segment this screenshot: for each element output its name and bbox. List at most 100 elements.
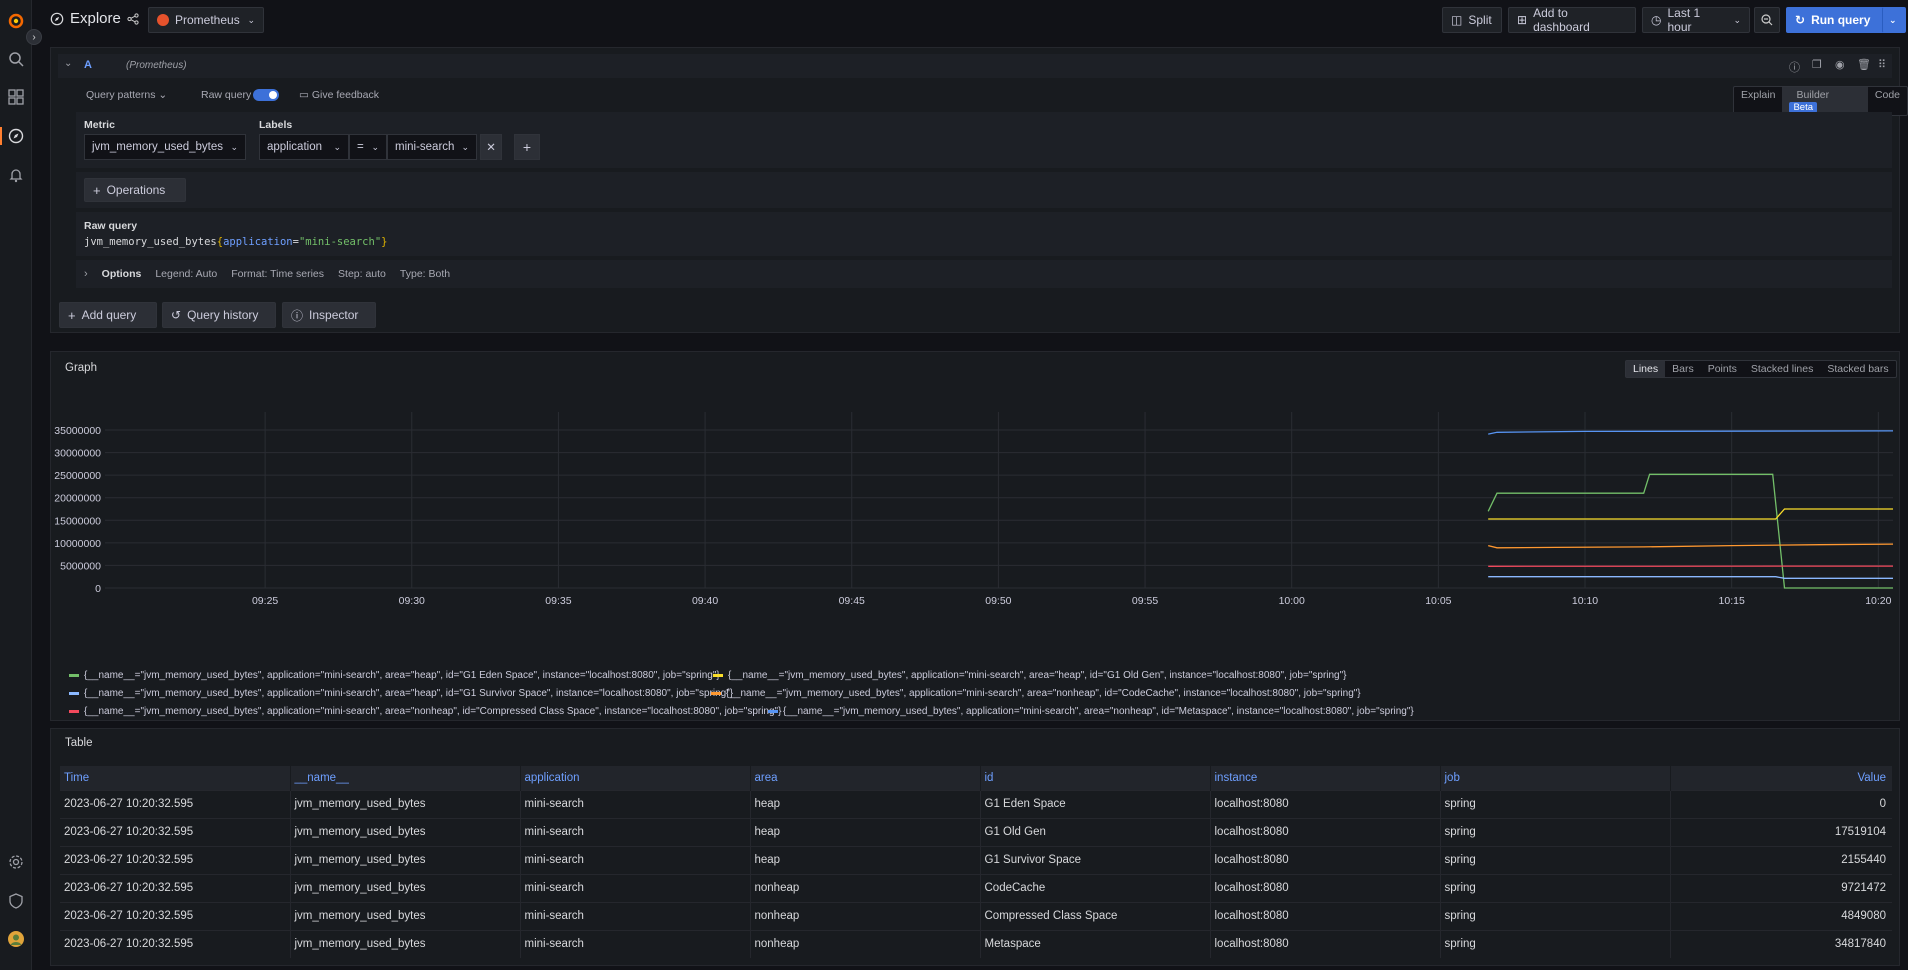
table-cell: CodeCache xyxy=(980,873,1211,902)
query-patterns-dropdown[interactable]: Query patterns ⌄ xyxy=(86,89,167,101)
clock-icon: ◷ xyxy=(1651,13,1662,27)
user-avatar-icon[interactable] xyxy=(5,928,27,950)
operations-button[interactable]: + Operations xyxy=(84,178,186,202)
column-header-area[interactable]: area xyxy=(750,766,981,790)
y-tick-label: 35000000 xyxy=(54,425,101,437)
view-lines[interactable]: Lines xyxy=(1626,361,1666,377)
explore-compass-icon xyxy=(50,12,64,25)
alerting-bell-icon[interactable] xyxy=(5,164,27,186)
table-cell: localhost:8080 xyxy=(1210,817,1441,846)
column-header-name[interactable]: __name__ xyxy=(290,766,521,790)
view-stacked-lines[interactable]: Stacked lines xyxy=(1744,361,1820,377)
legend-item[interactable]: {__name__="jvm_memory_used_bytes", appli… xyxy=(768,706,1414,717)
query-options-summary[interactable]: › Options Legend: Auto Format: Time seri… xyxy=(76,260,1892,288)
duplicate-icon[interactable]: ❐ xyxy=(1812,58,1822,71)
give-feedback-link[interactable]: ▭ Give feedback xyxy=(299,89,379,101)
table-cell: 2023-06-27 10:20:32.595 xyxy=(60,817,291,846)
query-history-button[interactable]: ↺ Query history xyxy=(162,302,276,328)
graph-view-mode-switch: Lines Bars Points Stacked lines Stacked … xyxy=(1625,360,1897,378)
legend-label: {__name__="jvm_memory_used_bytes", appli… xyxy=(84,670,720,681)
y-tick-label: 0 xyxy=(95,583,101,595)
graph-title: Graph xyxy=(65,362,97,374)
trash-icon[interactable]: 🗑 xyxy=(1857,58,1871,71)
share-icon[interactable] xyxy=(127,12,139,25)
settings-gear-icon[interactable] xyxy=(5,851,27,873)
metric-select[interactable]: jvm_memory_used_bytes ⌄ xyxy=(84,134,246,160)
add-to-dashboard-button[interactable]: ⊞ Add to dashboard xyxy=(1508,6,1636,34)
raw-query-section: Raw query jvm_memory_used_bytes{applicat… xyxy=(76,212,1892,256)
run-query-button[interactable]: ↻ Run query xyxy=(1786,7,1894,33)
add-label-button[interactable]: + xyxy=(514,134,540,160)
view-bars[interactable]: Bars xyxy=(1665,361,1701,377)
legend-item[interactable]: {__name__="jvm_memory_used_bytes", appli… xyxy=(711,688,1361,699)
legend-item[interactable]: {__name__="jvm_memory_used_bytes", appli… xyxy=(69,670,720,681)
shield-icon[interactable] xyxy=(5,890,27,912)
table-cell: mini-search xyxy=(520,901,751,930)
raw-query-toggle[interactable] xyxy=(253,89,279,101)
mode-code[interactable]: Code xyxy=(1868,87,1907,115)
grafana-logo-icon[interactable] xyxy=(5,10,27,32)
legend-swatch xyxy=(768,710,778,713)
add-query-button[interactable]: + Add query xyxy=(59,302,157,328)
mode-explain[interactable]: Explain xyxy=(1734,87,1782,115)
inspector-button[interactable]: ⓘ Inspector xyxy=(282,302,376,328)
x-tick-label: 09:25 xyxy=(252,595,278,607)
table-body: 2023-06-27 10:20:32.595 jvm_memory_used_b… xyxy=(60,789,1892,958)
table-cell: 0 xyxy=(1670,789,1892,818)
view-points[interactable]: Points xyxy=(1701,361,1744,377)
legend-swatch xyxy=(69,692,79,695)
split-button[interactable]: ◫ Split xyxy=(1442,7,1502,33)
search-icon[interactable] xyxy=(5,48,27,70)
history-icon: ↺ xyxy=(171,308,182,322)
time-range-picker[interactable]: ◷ Last 1 hour ⌄ xyxy=(1642,6,1750,34)
query-ref-id[interactable]: A xyxy=(84,59,92,71)
legend-label: {__name__="jvm_memory_used_bytes", appli… xyxy=(726,688,1361,699)
table-cell: 4849080 xyxy=(1670,901,1892,930)
chevron-down-icon: ⌄ xyxy=(158,89,168,101)
mode-builder[interactable]: Builder Beta xyxy=(1782,87,1868,115)
legend-item[interactable]: {__name__="jvm_memory_used_bytes", appli… xyxy=(69,688,733,699)
column-header-value[interactable]: Value xyxy=(1670,766,1892,790)
x-tick-label: 09:30 xyxy=(399,595,425,607)
table-row: 2023-06-27 10:20:32.595 jvm_memory_used_b… xyxy=(60,873,1892,902)
x-tick-label: 10:15 xyxy=(1719,595,1745,607)
column-header-time[interactable]: Time xyxy=(60,766,291,790)
sidebar-expand-chevron-icon[interactable]: › xyxy=(26,29,42,45)
legend-item[interactable]: {__name__="jvm_memory_used_bytes", appli… xyxy=(69,706,781,717)
run-query-dropdown[interactable]: ⌄ xyxy=(1882,7,1906,33)
remove-label-button[interactable]: ✕ xyxy=(480,134,502,160)
x-tick-label: 09:55 xyxy=(1132,595,1158,607)
column-header-application[interactable]: application xyxy=(520,766,751,790)
table-cell: heap xyxy=(750,789,981,818)
legend-swatch xyxy=(69,674,79,677)
label-key-select[interactable]: application ⌄ xyxy=(259,134,349,160)
drag-handle-icon[interactable]: ⠿ xyxy=(1878,58,1886,71)
option-legend: Legend: Auto xyxy=(155,268,218,280)
label-value-select[interactable]: mini-search ⌄ xyxy=(387,134,477,160)
help-icon[interactable]: ⓘ xyxy=(1789,59,1800,75)
zoom-out-button[interactable] xyxy=(1754,7,1780,33)
column-header-id[interactable]: id xyxy=(980,766,1211,790)
dashboards-icon[interactable] xyxy=(5,86,27,108)
y-tick-label: 15000000 xyxy=(54,515,101,527)
table-cell: 2023-06-27 10:20:32.595 xyxy=(60,873,291,902)
collapse-chevron-icon[interactable]: ⌄ xyxy=(64,58,72,69)
datasource-name: Prometheus xyxy=(175,13,240,27)
legend-item[interactable]: {__name__="jvm_memory_used_bytes", appli… xyxy=(713,670,1347,681)
view-stacked-bars[interactable]: Stacked bars xyxy=(1820,361,1895,377)
table-row: 2023-06-27 10:20:32.595 jvm_memory_used_b… xyxy=(60,845,1892,874)
time-series-chart[interactable]: 35000000 30000000 25000000 20000000 15000000… xyxy=(51,402,1899,662)
x-tick-label: 10:10 xyxy=(1572,595,1598,607)
close-icon: ✕ xyxy=(486,142,496,154)
datasource-picker[interactable]: Prometheus ⌄ xyxy=(148,7,264,33)
table-cell: mini-search xyxy=(520,789,751,818)
label-operator-select[interactable]: = ⌄ xyxy=(349,134,387,160)
table-cell: mini-search xyxy=(520,845,751,874)
x-tick-label: 09:45 xyxy=(839,595,865,607)
split-icon: ◫ xyxy=(1451,13,1463,27)
explore-compass-icon[interactable] xyxy=(5,125,27,147)
column-header-instance[interactable]: instance xyxy=(1210,766,1441,790)
eye-icon[interactable]: ◉ xyxy=(1835,58,1845,71)
table-cell: localhost:8080 xyxy=(1210,873,1441,902)
column-header-job[interactable]: job xyxy=(1440,766,1671,790)
